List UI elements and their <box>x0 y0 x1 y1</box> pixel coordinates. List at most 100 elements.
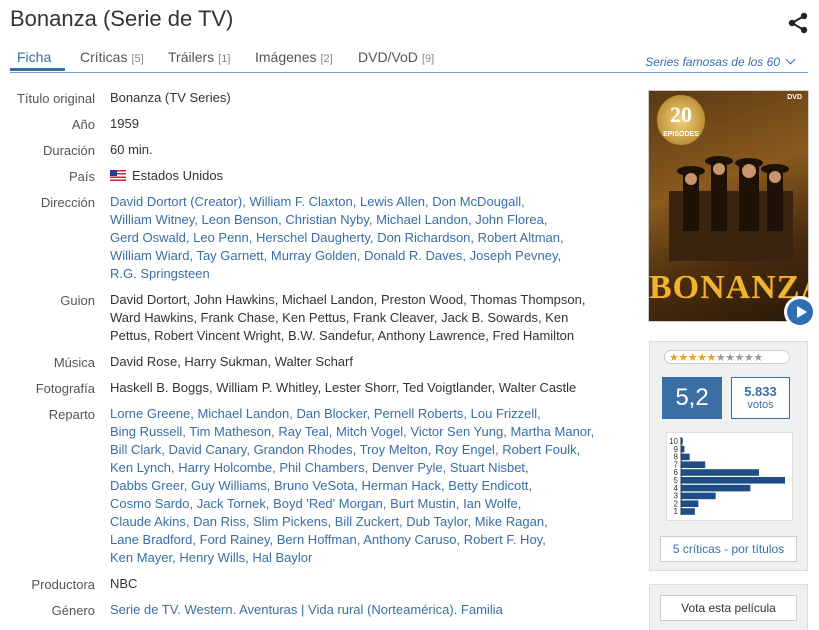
star-icon[interactable]: ★ <box>725 352 735 363</box>
director-link[interactable]: Gerd Oswald, <box>110 230 189 245</box>
cast-member-link[interactable]: Burt Mustin, <box>390 496 459 511</box>
cast-member-link[interactable]: Bruno VeSota, <box>274 478 358 493</box>
director-link[interactable]: Murray Golden, <box>271 248 361 263</box>
histogram-bar <box>681 484 751 492</box>
cast-member-link[interactable]: Dan Blocker, <box>297 406 371 421</box>
star-icon[interactable]: ★ <box>697 352 707 363</box>
cast-member-link[interactable]: Slim Pickens, <box>253 514 331 529</box>
director-link[interactable]: Don McDougall, <box>432 194 525 209</box>
cast-member-link[interactable]: Victor Sen Yung, <box>410 424 506 439</box>
cast-member-link[interactable]: Roy Engel, <box>435 442 499 457</box>
star-icon[interactable]: ★ <box>678 352 688 363</box>
cast-member-link[interactable]: Troy Melton, <box>360 442 432 457</box>
cast-member-link[interactable]: Ken Mayer, <box>110 550 176 565</box>
cast-member-link[interactable]: Michael Landon, <box>197 406 292 421</box>
value-pais: Estados Unidos <box>110 167 223 185</box>
director-link[interactable]: Robert Altman, <box>478 230 564 245</box>
cast-member-link[interactable]: Ray Teal, <box>278 424 332 439</box>
cast-member-link[interactable]: Bill Clark, <box>110 442 165 457</box>
series-famosas-link[interactable]: Series famosas de los 60 <box>645 54 796 69</box>
tab-criticas[interactable]: Críticas [5] <box>80 49 144 65</box>
poster-image[interactable]: 20 EPISODES DVD BONANZA <box>649 91 808 321</box>
tab-ficha[interactable]: Ficha <box>17 49 51 65</box>
cast-member-link[interactable]: Ken Lynch, <box>110 460 175 475</box>
director-link[interactable]: Don Richardson, <box>377 230 474 245</box>
cast-member-link[interactable]: Claude Akins, <box>110 514 190 529</box>
star-icon[interactable]: ★ <box>753 352 763 363</box>
cast-member-link[interactable]: Robert Foulk, <box>502 442 580 457</box>
cast-member-link[interactable]: Dan Riss, <box>193 514 249 529</box>
star-icon[interactable]: ★ <box>716 352 726 363</box>
cast-member-link[interactable]: Bing Russell, <box>110 424 186 439</box>
director-link[interactable]: Christian Nyby, <box>285 212 372 227</box>
cast-member-link[interactable]: Denver Pyle, <box>372 460 446 475</box>
tab-dvd-vod[interactable]: DVD/VoD [9] <box>358 49 434 65</box>
histogram-bar <box>681 469 759 476</box>
genre-link[interactable]: Serie de TV. Western. Aventuras | Vida r… <box>110 602 503 617</box>
cast-member-link[interactable]: Ian Wolfe, <box>463 496 521 511</box>
director-link[interactable]: William Wiard, <box>110 248 193 263</box>
cast-member-link[interactable]: Pernell Roberts, <box>374 406 467 421</box>
cast-member-link[interactable]: Cosmo Sardo, <box>110 496 193 511</box>
star-icon[interactable]: ★ <box>707 352 717 363</box>
play-trailer-icon[interactable] <box>784 296 816 328</box>
value-genero[interactable]: Serie de TV. Western. Aventuras | Vida r… <box>110 601 503 619</box>
share-icon[interactable] <box>786 11 810 35</box>
cast-member-link[interactable]: Herman Hack, <box>362 478 445 493</box>
director-link[interactable]: William F. Claxton, <box>249 194 356 209</box>
director-link[interactable]: David Dortort (Creator), <box>110 194 246 209</box>
cast-member-link[interactable]: Guy Williams, <box>191 478 270 493</box>
cast-member-link[interactable]: Grandon Rhodes, <box>254 442 357 457</box>
director-link[interactable]: John Florea, <box>475 212 547 227</box>
vote-button[interactable]: Vota esta película <box>660 595 797 621</box>
cast-member-link[interactable]: Jack Tornek, <box>197 496 270 511</box>
cast-member-link[interactable]: Lorne Greene, <box>110 406 194 421</box>
tab-trailers[interactable]: Tráilers [1] <box>168 49 230 65</box>
star-icon[interactable]: ★ <box>744 352 754 363</box>
cast-member-link[interactable]: Lane Bradford, <box>110 532 196 547</box>
cast-member-link[interactable]: Stuart Nisbet, <box>450 460 529 475</box>
cast-member-link[interactable]: David Canary, <box>169 442 250 457</box>
director-link[interactable]: William Witney, <box>110 212 198 227</box>
histogram-bar <box>681 445 685 453</box>
star-icon[interactable]: ★ <box>688 352 698 363</box>
cast-member-link[interactable]: Tim Matheson, <box>189 424 275 439</box>
cast-member-link[interactable]: Dabbs Greer, <box>110 478 187 493</box>
director-link[interactable]: Lewis Allen, <box>360 194 429 209</box>
cast-member-link[interactable]: Boyd 'Red' Morgan, <box>273 496 386 511</box>
cast-member-link[interactable]: Anthony Caruso, <box>363 532 460 547</box>
star-icon[interactable]: ★ <box>735 352 745 363</box>
director-link[interactable]: Leo Penn, <box>193 230 252 245</box>
star-rating[interactable]: ★★★★★★★★★★ <box>664 350 790 364</box>
director-link[interactable]: R.G. Springsteen <box>110 266 210 281</box>
votes-label: votos <box>747 399 774 411</box>
cast-member-link[interactable]: Phil Chambers, <box>279 460 368 475</box>
cast-member-link[interactable]: Bill Zuckert, <box>335 514 403 529</box>
cast-member-link[interactable]: Betty Endicott, <box>448 478 532 493</box>
votes-count: 5.833 <box>744 384 777 399</box>
cast-member-link[interactable]: Mitch Vogel, <box>336 424 407 439</box>
guion-line: Pettus, Robert Vincent Wright, B.W. Sand… <box>110 328 575 343</box>
cast-member-link[interactable]: Henry Wills, <box>179 550 248 565</box>
episodes-label: EPISODES <box>663 131 699 138</box>
cast-member-line: Claude Akins, Dan Riss, Slim Pickens, Bi… <box>110 513 594 531</box>
cast-member-link[interactable]: Lou Frizzell, <box>471 406 541 421</box>
cast-member-link[interactable]: Harry Holcombe, <box>178 460 276 475</box>
criticas-link-button[interactable]: 5 críticas - por títulos <box>660 536 797 562</box>
tab-imagenes[interactable]: Imágenes [2] <box>255 49 333 65</box>
director-link[interactable]: Joseph Pevney, <box>470 248 562 263</box>
cast-member-link[interactable]: Ford Rainey, <box>200 532 273 547</box>
director-link[interactable]: Leon Benson, <box>202 212 282 227</box>
cast-member-link[interactable]: Dub Taylor, <box>406 514 471 529</box>
director-link[interactable]: Herschel Daugherty, <box>256 230 374 245</box>
cast-member-link[interactable]: Mike Ragan, <box>475 514 548 529</box>
cast-member-line: Lorne Greene, Michael Landon, Dan Blocke… <box>110 405 594 423</box>
cast-member-link[interactable]: Hal Baylor <box>252 550 312 565</box>
director-link[interactable]: Tay Garnett, <box>196 248 267 263</box>
cast-member-link[interactable]: Martha Manor, <box>510 424 594 439</box>
star-icon[interactable]: ★ <box>669 352 679 363</box>
cast-member-link[interactable]: Robert F. Hoy, <box>464 532 546 547</box>
director-link[interactable]: Michael Landon, <box>376 212 471 227</box>
cast-member-link[interactable]: Bern Hoffman, <box>277 532 361 547</box>
director-link[interactable]: Donald R. Daves, <box>364 248 466 263</box>
